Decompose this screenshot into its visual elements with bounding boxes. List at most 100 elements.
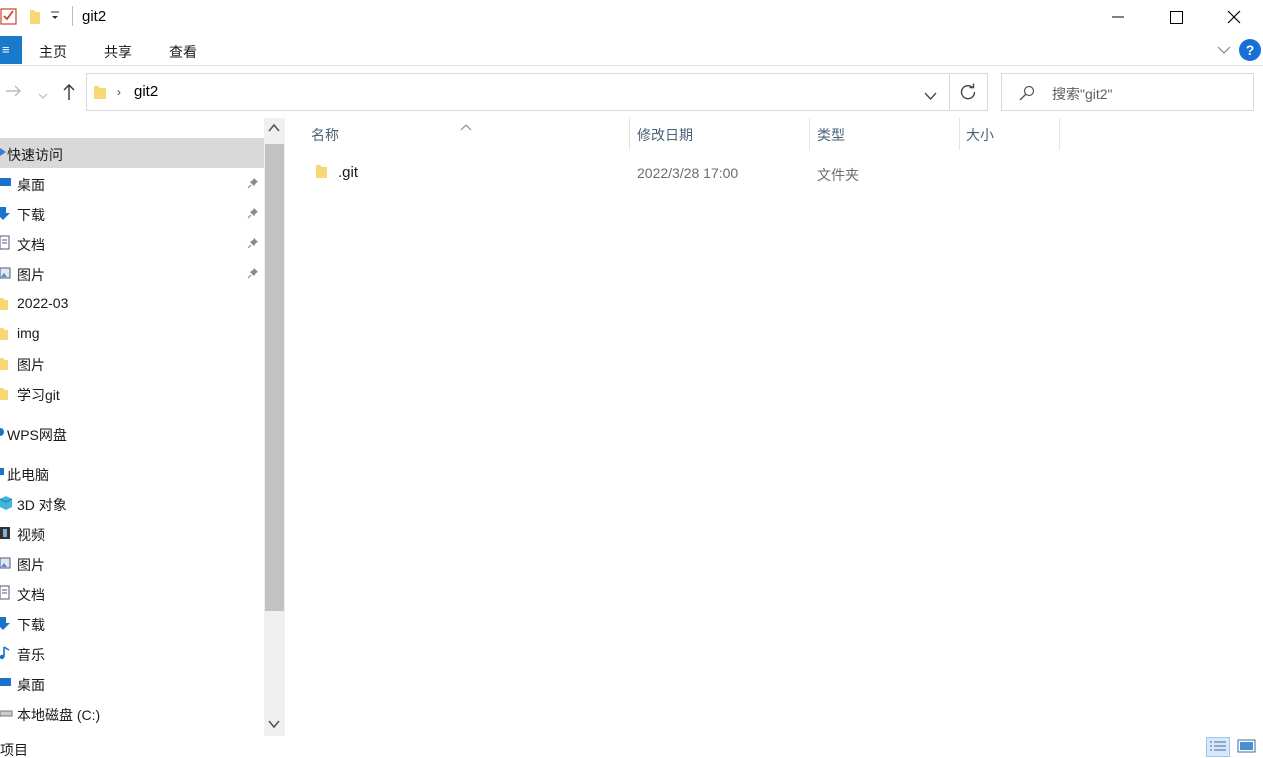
- sidebar-item-label: 视频: [17, 527, 45, 543]
- sidebar-item-label: 本地磁盘 (C:): [17, 707, 101, 723]
- sidebar-item-label: 图片: [17, 557, 45, 573]
- navigation-pane: 快速访问 桌面 下载 文档 图片 2022-03 img 图片 学习git WPS网盘 此电脑 3D …: [0, 118, 285, 736]
- up-icon[interactable]: [62, 83, 76, 104]
- tab-view[interactable]: 查看: [169, 42, 197, 62]
- status-text: 项目: [0, 742, 28, 758]
- minimize-icon: [1112, 16, 1124, 18]
- sidebar-item-label: 音乐: [17, 647, 45, 663]
- column-divider[interactable]: [629, 118, 630, 150]
- scroll-thumb[interactable]: [265, 144, 284, 611]
- details-view-icon: [1210, 741, 1226, 751]
- details-view-button[interactable]: [1206, 737, 1230, 757]
- column-divider[interactable]: [1059, 118, 1060, 150]
- column-divider[interactable]: [959, 118, 960, 150]
- sidebar-item-label: 图片: [17, 357, 45, 373]
- title-separator: [72, 6, 73, 26]
- picture-icon: [0, 555, 12, 571]
- refresh-icon: [960, 83, 976, 100]
- sidebar-item[interactable]: 快速访问: [0, 138, 264, 168]
- sidebar-item[interactable]: 图片: [0, 548, 264, 578]
- pin-icon[interactable]: [247, 176, 259, 192]
- file-tab[interactable]: ≡: [0, 36, 22, 64]
- sidebar-item[interactable]: 图片: [0, 348, 264, 378]
- sidebar-item[interactable]: 图片: [0, 258, 264, 288]
- column-divider[interactable]: [809, 118, 810, 150]
- sidebar-item[interactable]: 桌面: [0, 168, 264, 198]
- forward-icon[interactable]: [5, 83, 23, 102]
- sidebar-item[interactable]: 桌面: [0, 668, 264, 698]
- address-dropdown-icon[interactable]: [924, 88, 937, 104]
- tab-home[interactable]: 主页: [39, 42, 67, 62]
- sidebar-item[interactable]: 2022-03: [0, 288, 264, 318]
- sidebar-item[interactable]: 文档: [0, 228, 264, 258]
- close-button[interactable]: [1205, 0, 1263, 34]
- document-icon: [0, 585, 12, 601]
- cube-icon: [0, 495, 13, 511]
- scroll-down-icon[interactable]: [268, 716, 280, 732]
- sidebar-item-label: 文档: [17, 587, 45, 603]
- download-icon: [0, 615, 12, 631]
- window-title: git2: [82, 8, 107, 25]
- quick-access-dropdown-icon[interactable]: [50, 9, 60, 25]
- sidebar-item-label: 下载: [17, 617, 45, 633]
- maximize-icon: [1169, 10, 1183, 24]
- sidebar-item-label: img: [17, 325, 40, 341]
- sidebar-item[interactable]: 音乐: [0, 638, 264, 668]
- close-icon: [1227, 10, 1241, 24]
- status-bar: 项目: [0, 736, 1263, 758]
- sidebar-item[interactable]: 3D 对象: [0, 488, 264, 518]
- column-header-modified[interactable]: 修改日期: [637, 125, 693, 145]
- sidebar-scrollbar[interactable]: [264, 118, 285, 736]
- column-header-type[interactable]: 类型: [817, 125, 845, 145]
- sidebar-item[interactable]: 文档: [0, 578, 264, 608]
- folder-icon: [0, 325, 12, 341]
- sidebar-item-label: 桌面: [17, 177, 45, 193]
- sidebar-item-label: 快速访问: [7, 147, 63, 163]
- sidebar-item[interactable]: img: [0, 318, 264, 348]
- sidebar-item[interactable]: 下载: [0, 608, 264, 638]
- sidebar-item-label: 桌面: [17, 677, 45, 693]
- ribbon-tabs: ≡ 主页 共享 查看 ?: [0, 34, 1263, 66]
- sidebar-item-label: 3D 对象: [17, 497, 67, 513]
- column-header-name[interactable]: 名称: [311, 125, 339, 145]
- pin-icon[interactable]: [247, 206, 259, 222]
- desktop-icon: [0, 175, 12, 191]
- maximize-button[interactable]: [1147, 0, 1205, 34]
- column-header-size[interactable]: 大小: [966, 125, 994, 145]
- new-folder-icon[interactable]: [28, 7, 42, 28]
- scroll-up-icon[interactable]: [268, 120, 280, 136]
- search-box[interactable]: 搜索"git2": [1001, 73, 1254, 111]
- sidebar-item-label: 下载: [17, 207, 45, 223]
- refresh-button[interactable]: [949, 73, 988, 111]
- picture-icon: [0, 265, 12, 281]
- pin-icon[interactable]: [247, 236, 259, 252]
- sidebar-item-label: WPS网盘: [7, 427, 67, 443]
- file-list-pane: 名称 修改日期 类型 大小 .git 2022/3/28 17:00 文件夹: [285, 118, 1263, 736]
- search-icon: [1019, 85, 1035, 104]
- music-icon: [0, 645, 12, 661]
- sidebar-item[interactable]: 视频: [0, 518, 264, 548]
- thumbnail-view-icon: [1237, 739, 1256, 753]
- address-bar[interactable]: › git2: [86, 73, 950, 111]
- file-type: 文件夹: [817, 167, 859, 183]
- file-row[interactable]: .git 2022/3/28 17:00 文件夹: [305, 158, 965, 186]
- minimize-button[interactable]: [1089, 0, 1147, 34]
- sidebar-item[interactable]: 此电脑: [0, 458, 264, 488]
- sidebar-item[interactable]: 本地磁盘 (C:): [0, 698, 264, 728]
- sidebar-item[interactable]: WPS网盘: [0, 418, 264, 448]
- breadcrumb[interactable]: git2: [134, 83, 158, 100]
- folder-icon: [93, 83, 107, 104]
- document-icon: [0, 235, 12, 251]
- tab-share[interactable]: 共享: [104, 42, 132, 62]
- sidebar-item[interactable]: 下载: [0, 198, 264, 228]
- breadcrumb-separator-icon[interactable]: ›: [117, 85, 121, 99]
- video-icon: [0, 525, 12, 541]
- thumbnail-view-button[interactable]: [1236, 737, 1260, 757]
- help-icon[interactable]: ?: [1239, 39, 1261, 61]
- expand-ribbon-icon[interactable]: [1217, 42, 1231, 58]
- sidebar-item[interactable]: 学习git: [0, 378, 264, 408]
- pin-icon[interactable]: [247, 266, 259, 282]
- recent-locations-icon[interactable]: [38, 87, 48, 103]
- search-placeholder[interactable]: 搜索"git2": [1052, 84, 1113, 104]
- properties-icon[interactable]: [0, 7, 18, 28]
